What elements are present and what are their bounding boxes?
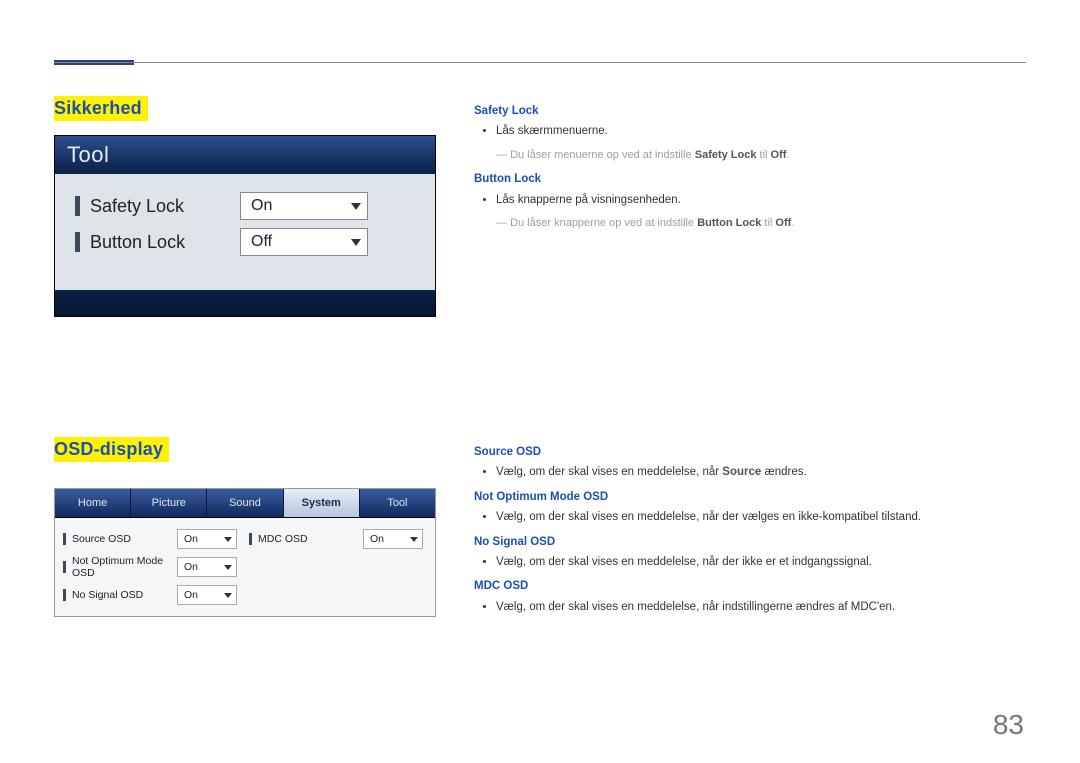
- mdc-osd-heading: MDC OSD: [474, 577, 1026, 595]
- osd-tab-bar: Home Picture Sound System Tool: [55, 489, 435, 518]
- row-label: Safety Lock: [90, 196, 240, 217]
- select-value: On: [370, 533, 384, 545]
- no-signal-heading: No Signal OSD: [474, 533, 1026, 551]
- button-lock-heading: Button Lock: [474, 170, 1026, 188]
- select-value: Off: [251, 233, 272, 251]
- no-signal-bullet: Vælg, om der skal vises en meddelelse, n…: [496, 553, 1026, 571]
- tab-sound[interactable]: Sound: [207, 489, 283, 517]
- select-value: On: [184, 533, 198, 545]
- row-label: MDC OSD: [258, 533, 363, 545]
- row-marker: [75, 196, 80, 216]
- header-rule: [54, 62, 1026, 63]
- select-value: On: [184, 561, 198, 573]
- row-label: Not Optimum Mode OSD: [72, 555, 177, 579]
- chevron-down-icon: [351, 203, 361, 210]
- row-label: Source OSD: [72, 533, 177, 545]
- not-optimum-select[interactable]: On: [177, 557, 237, 577]
- tab-system[interactable]: System: [284, 489, 360, 517]
- osd-tool-header: Tool: [55, 136, 435, 174]
- safety-lock-heading: Safety Lock: [474, 102, 1026, 120]
- not-optimum-bullet: Vælg, om der skal vises en meddelelse, n…: [496, 508, 1026, 526]
- not-optimum-heading: Not Optimum Mode OSD: [474, 488, 1026, 506]
- osd-tabs-screenshot: Home Picture Sound System Tool Source OS…: [54, 488, 436, 617]
- osd-row-button-lock: Button Lock Off: [55, 224, 435, 260]
- chevron-down-icon: [224, 565, 232, 570]
- chevron-down-icon: [224, 593, 232, 598]
- osd-row-source-osd: Source OSD On: [59, 526, 245, 552]
- tab-tool[interactable]: Tool: [360, 489, 435, 517]
- source-osd-bullet: Vælg, om der skal vises en meddelelse, n…: [496, 463, 1026, 481]
- row-marker: [63, 589, 66, 601]
- source-osd-heading: Source OSD: [474, 443, 1026, 461]
- empty-cell: [245, 582, 431, 608]
- row-marker: [63, 533, 66, 545]
- row-label: Button Lock: [90, 232, 240, 253]
- osd-tool-screenshot: Tool Safety Lock On Button Lock: [54, 135, 436, 317]
- row-marker: [63, 561, 66, 573]
- select-value: On: [184, 589, 198, 601]
- mdc-osd-bullet: Vælg, om der skal vises en meddelelse, n…: [496, 598, 1026, 616]
- safety-lock-select[interactable]: On: [240, 192, 368, 220]
- tab-picture[interactable]: Picture: [131, 489, 207, 517]
- osd-row-not-optimum: Not Optimum Mode OSD On: [59, 552, 245, 582]
- chevron-down-icon: [351, 239, 361, 246]
- osd-row-safety-lock: Safety Lock On: [55, 188, 435, 224]
- row-marker: [249, 533, 252, 545]
- tab-home[interactable]: Home: [55, 489, 131, 517]
- safety-lock-bullet: Lås skærmmenuerne.: [496, 122, 1026, 140]
- chevron-down-icon: [224, 537, 232, 542]
- select-value: On: [251, 197, 272, 215]
- no-signal-select[interactable]: On: [177, 585, 237, 605]
- chevron-down-icon: [410, 537, 418, 542]
- source-osd-select[interactable]: On: [177, 529, 237, 549]
- safety-lock-note: Du låser menuerne op ved at indstille Sa…: [496, 147, 1026, 165]
- osd-row-mdc-osd: MDC OSD On: [245, 526, 431, 552]
- empty-cell: [245, 552, 431, 582]
- button-lock-select[interactable]: Off: [240, 228, 368, 256]
- row-marker: [75, 232, 80, 252]
- osd-row-no-signal: No Signal OSD On: [59, 582, 245, 608]
- section-title-osd-display: OSD-display: [54, 437, 169, 462]
- mdc-osd-select[interactable]: On: [363, 529, 423, 549]
- section-title-sikkerhed: Sikkerhed: [54, 96, 148, 121]
- row-label: No Signal OSD: [72, 589, 177, 601]
- button-lock-bullet: Lås knapperne på visningsenheden.: [496, 191, 1026, 209]
- page-number: 83: [993, 709, 1024, 741]
- button-lock-note: Du låser knapperne op ved at indstille B…: [496, 215, 1026, 233]
